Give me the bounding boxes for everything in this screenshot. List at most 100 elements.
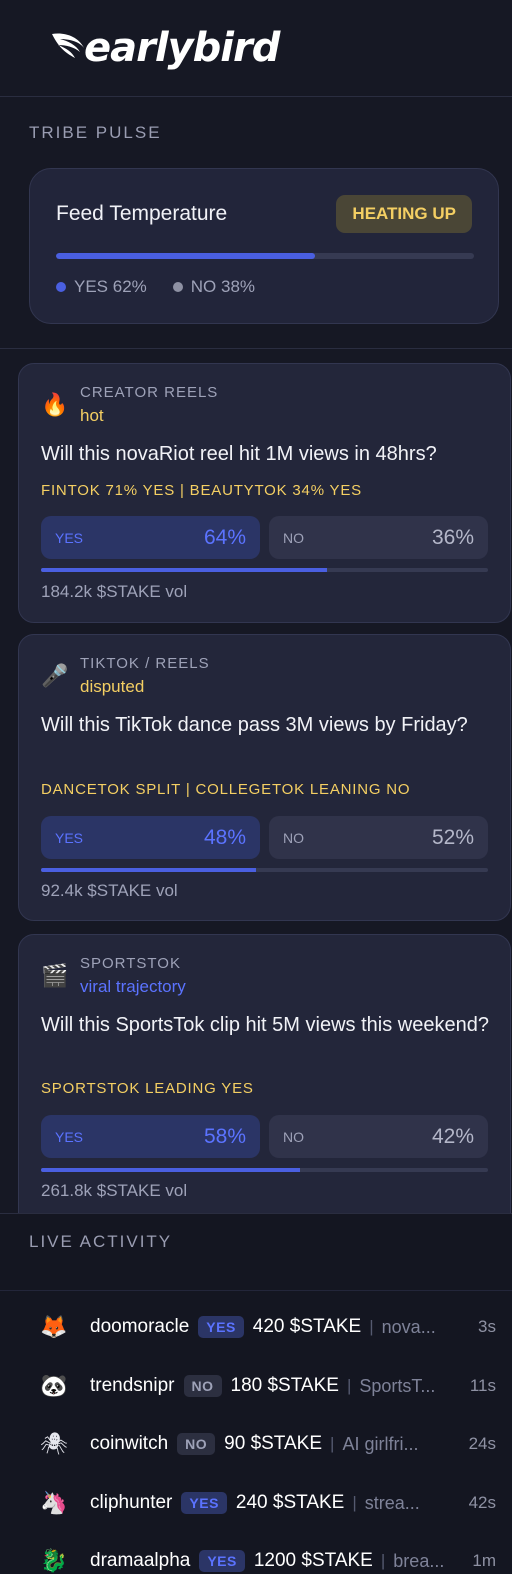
no-button-label: NO <box>283 1128 304 1145</box>
side-badge: YES <box>199 1550 245 1572</box>
market-tag: hot <box>80 406 104 425</box>
activity-row[interactable]: 🐼 trendsnipr NO 180 $STAKE | SportsT... … <box>0 1366 512 1406</box>
panda-icon: 🐼 <box>40 1373 68 1398</box>
stake-amount: 240 $STAKE <box>235 1492 345 1513</box>
temperature-bar <box>56 253 474 259</box>
yes-button-label: YES <box>55 529 84 546</box>
activity-row[interactable]: 🦄 cliphunter YES 240 $STAKE | strea... 4… <box>0 1483 512 1523</box>
market-category: TIKTOK / REELS <box>80 655 210 672</box>
activity-row[interactable]: 🐉 dramaalpha YES 1200 $STAKE | brea... 1… <box>0 1541 512 1574</box>
odds-bar <box>41 1168 488 1172</box>
app-header: earlybird <box>0 0 512 97</box>
brand-name: earlybird <box>84 25 280 71</box>
market-card[interactable]: 🎬 SPORTSTOK viral trajectory Will this S… <box>18 934 511 1229</box>
activity-target: SportsT... <box>359 1375 436 1396</box>
market-card[interactable]: 🎤 TIKTOK / REELS disputed Will this TikT… <box>18 634 511 921</box>
live-activity-section: LIVE ACTIVITY 🦊 doomoracle YES 420 $STAK… <box>0 1213 512 1574</box>
activity-user[interactable]: trendsnipr <box>90 1375 175 1397</box>
separator: | <box>346 1376 352 1395</box>
yes-button-label: YES <box>55 829 84 846</box>
side-badge: YES <box>181 1492 227 1514</box>
no-button-label: NO <box>283 529 304 546</box>
side-badge: YES <box>198 1316 244 1338</box>
activity-user[interactable]: coinwitch <box>90 1433 168 1455</box>
separator: | <box>380 1551 386 1570</box>
feed-temperature-title: Feed Temperature <box>56 202 228 225</box>
no-dot-icon <box>172 282 183 292</box>
dragon-icon: 🐉 <box>40 1548 68 1573</box>
activity-divider <box>0 1290 512 1291</box>
unicorn-icon: 🦄 <box>40 1490 68 1515</box>
odds-bar-fill <box>41 568 328 572</box>
separator: | <box>330 1434 335 1453</box>
clapperboard-icon: 🎬 <box>41 963 69 988</box>
feed-temperature-card: Feed Temperature HEATING UP YES 62% NO 3… <box>29 168 499 324</box>
microphone-icon: 🎤 <box>41 663 69 688</box>
yes-percent: 48% <box>203 825 246 849</box>
stake-amount: 180 $STAKE <box>230 1375 339 1396</box>
market-category: CREATOR REELS <box>80 384 219 401</box>
yes-button[interactable]: YES 48% <box>41 816 260 859</box>
activity-content: doomoracle YES 420 $STAKE | nova... <box>90 1316 436 1338</box>
activity-time: 24s <box>468 1434 496 1453</box>
activity-user[interactable]: doomoracle <box>90 1316 189 1338</box>
yes-button[interactable]: YES 58% <box>41 1115 260 1158</box>
activity-content: trendsnipr NO 180 $STAKE | SportsT... <box>90 1375 435 1397</box>
activity-user[interactable]: dramaalpha <box>90 1550 190 1572</box>
no-button-label: NO <box>283 829 304 846</box>
odds-bar <box>41 868 488 872</box>
legend-yes-label: YES 62% <box>74 277 147 296</box>
market-card[interactable]: 🔥 CREATOR REELS hot Will this novaRiot r… <box>18 363 511 623</box>
activity-time: 1m <box>472 1551 496 1570</box>
fire-icon: 🔥 <box>41 392 69 417</box>
separator: | <box>369 1317 374 1336</box>
market-volume: 261.8k $STAKE vol <box>41 1181 188 1200</box>
market-question: Will this SportsTok clip hit 5M views th… <box>41 1014 489 1036</box>
wing-icon <box>52 33 84 58</box>
market-tag: viral trajectory <box>80 977 186 996</box>
activity-row[interactable]: 🦊 doomoracle YES 420 $STAKE | nova... 3s <box>0 1307 512 1347</box>
no-percent: 52% <box>431 825 474 849</box>
pulse-legend: YES 62% NO 38% <box>56 277 255 297</box>
no-percent: 36% <box>431 525 474 549</box>
activity-content: cliphunter YES 240 $STAKE | strea... <box>90 1492 420 1514</box>
activity-target: strea... <box>364 1492 420 1513</box>
market-question: Will this TikTok dance pass 3M views by … <box>41 714 468 736</box>
tribe-sentiment: SPORTSTOK LEADING YES <box>41 1080 254 1097</box>
odds-bar-fill <box>41 868 256 872</box>
market-volume: 92.4k $STAKE vol <box>41 881 178 900</box>
stake-amount: 1200 $STAKE <box>253 1550 373 1571</box>
side-badge: NO <box>183 1375 222 1397</box>
activity-target: nova... <box>381 1316 436 1337</box>
activity-time: 11s <box>469 1376 496 1395</box>
no-percent: 42% <box>431 1124 474 1148</box>
no-button[interactable]: NO 36% <box>269 516 488 559</box>
activity-time: 3s <box>478 1317 496 1336</box>
activity-content: dramaalpha YES 1200 $STAKE | brea... <box>90 1550 444 1572</box>
market-volume: 184.2k $STAKE vol <box>41 582 188 601</box>
tribe-sentiment: FINTOK 71% YES | BEAUTYTOK 34% YES <box>41 482 362 499</box>
activity-target: brea... <box>393 1550 445 1571</box>
fox-icon: 🦊 <box>40 1314 68 1339</box>
tribe-sentiment: DANCETOK SPLIT | COLLEGETOK LEANING NO <box>41 781 411 798</box>
yes-button[interactable]: YES 64% <box>41 516 260 559</box>
market-tag: disputed <box>80 677 145 696</box>
legend-yes: YES 62% <box>56 277 147 297</box>
side-badge: NO <box>177 1433 216 1455</box>
yes-percent: 64% <box>203 525 246 549</box>
activity-target: AI girlfri... <box>342 1433 419 1454</box>
separator: | <box>352 1493 357 1512</box>
legend-no-label: NO 38% <box>190 277 256 296</box>
brand-logo[interactable]: earlybird <box>50 22 280 74</box>
market-category: SPORTSTOK <box>80 955 181 972</box>
activity-user[interactable]: cliphunter <box>90 1492 172 1514</box>
activity-row[interactable]: 🕷 coinwitch NO 90 $STAKE | AI girlfri...… <box>0 1424 512 1464</box>
no-button[interactable]: NO 42% <box>269 1115 488 1158</box>
yes-button-label: YES <box>55 1128 84 1145</box>
no-button[interactable]: NO 52% <box>269 816 488 859</box>
odds-bar <box>41 568 488 572</box>
activity-content: coinwitch NO 90 $STAKE | AI girlfri... <box>90 1433 418 1455</box>
tribe-pulse-section: TRIBE PULSE Feed Temperature HEATING UP … <box>0 97 512 349</box>
stake-amount: 420 $STAKE <box>252 1316 362 1337</box>
stake-amount: 90 $STAKE <box>224 1433 323 1454</box>
